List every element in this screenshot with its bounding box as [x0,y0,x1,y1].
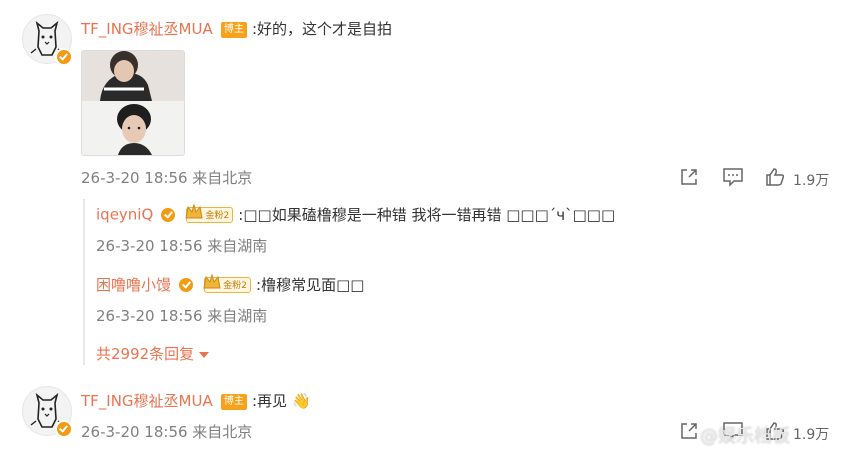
reply-text: :橹穆常见面□□ [256,276,365,294]
more-replies-link[interactable]: 共2992条回复 [96,343,209,364]
comment-icon[interactable] [722,167,744,187]
share-icon[interactable] [679,167,699,187]
avatar[interactable] [22,14,73,66]
verified-icon [161,207,176,222]
verified-badge-icon [55,48,73,66]
caret-down-icon [198,351,209,358]
verified-badge-icon [55,420,73,438]
verified-icon [179,277,194,292]
like-icon[interactable] [765,167,785,187]
reply-username[interactable]: 困噜噜小馒 [96,276,171,294]
fan-level-label: 金粉2 [205,210,230,221]
comment-time: 26-3-20 18:56 来自北京 [81,169,253,187]
crown-icon [203,272,221,288]
crown-icon [185,202,204,218]
comment-time: 26-3-20 18:56 来自北京 [81,423,253,441]
like-count: 1.9万 [793,173,830,189]
reply-username[interactable]: iqeyniQ [96,206,153,224]
watermark: @娱乐档板 [700,426,790,447]
comment-photo[interactable] [81,50,185,156]
blogger-badge: 博主 [220,22,247,38]
selfie-image [82,51,184,155]
reply-time: 26-3-20 18:56 来自湖南 [96,237,268,255]
share-icon[interactable] [679,421,699,441]
username[interactable]: TF_ING穆祉丞MUA [81,20,213,38]
comment-text: :好的，这个才是自拍 [251,20,392,38]
wave-emoji-icon: 👋 [292,392,311,410]
fan-level-badge: 金粉2 [185,202,234,223]
fan-level-badge: 金粉2 [203,272,251,293]
like-count: 1.9万 [793,427,830,443]
avatar[interactable] [22,386,73,438]
username[interactable]: TF_ING穆祉丞MUA [81,392,213,410]
reply-text: :□□如果磕橹穆是一种错 我将一错再错 □□□´ч`□□□ [238,206,616,224]
more-replies-label: 共2992条回复 [96,345,195,363]
reply-time: 26-3-20 18:56 来自湖南 [96,307,268,325]
reply-thread-line [83,199,85,365]
fan-level-label: 金粉2 [223,280,247,291]
comment-text: :再见 [251,392,287,410]
blogger-badge: 博主 [220,394,247,410]
